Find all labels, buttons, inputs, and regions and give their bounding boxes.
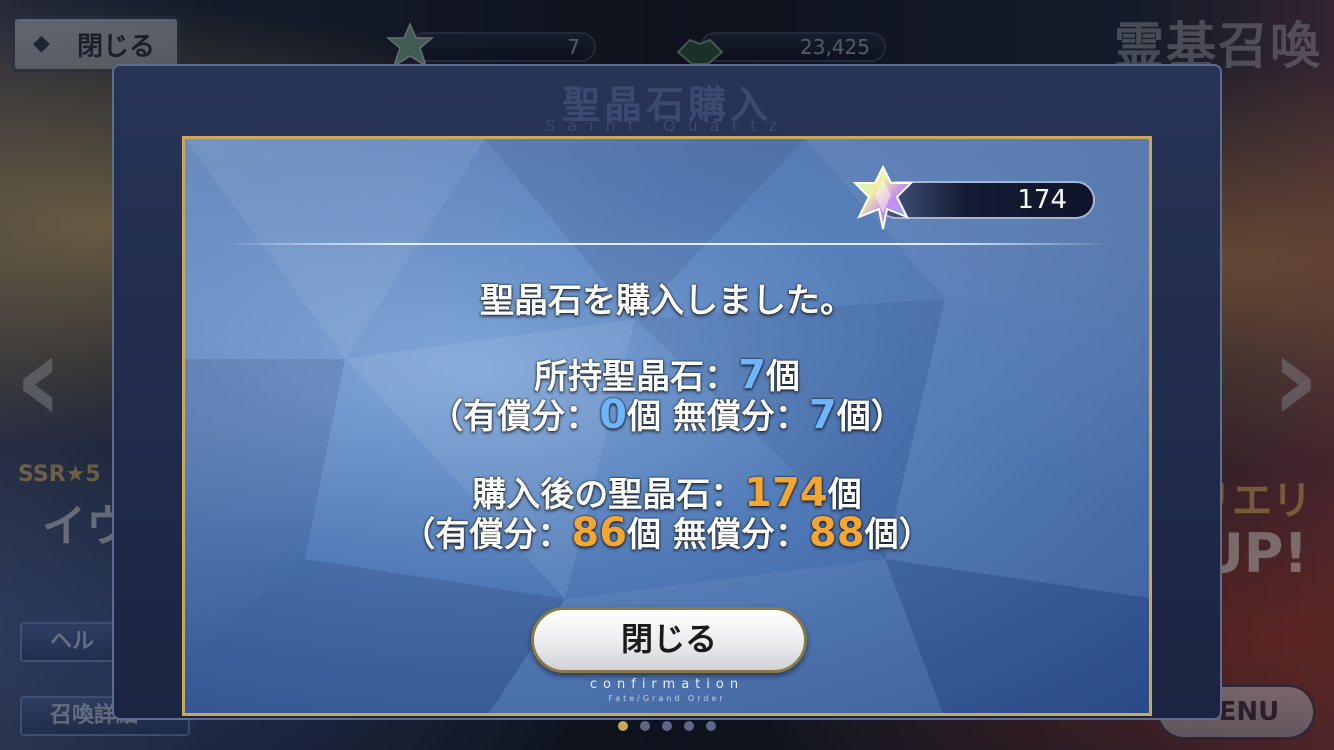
page-dot	[706, 721, 716, 731]
owned-free-value: 7	[808, 392, 837, 438]
quartz-balance-value: 174	[1017, 185, 1067, 215]
saint-quartz-icon	[851, 164, 915, 235]
page-dot	[662, 721, 672, 731]
breakdown-close: 個）	[836, 397, 905, 437]
owned-quartz-breakdown: （有償分：0個 無償分：7個）	[185, 389, 1149, 438]
breakdown-open: （有償分：	[401, 515, 572, 555]
page-dot	[640, 721, 650, 731]
dialog-subtitle: Saint Quartz	[545, 116, 789, 135]
page-indicator	[0, 716, 1334, 735]
quartz-balance-bar: 174	[852, 164, 1095, 230]
page-dot	[684, 721, 694, 731]
purchase-result-panel: 174 聖晶石を購入しました。 所持聖晶石：7個 （有償分：0個 無償分：7個）…	[182, 136, 1152, 716]
after-paid-value: 86	[571, 510, 628, 556]
after-purchase-breakdown: （有償分：86個 無償分：88個）	[185, 507, 1149, 556]
owned-paid-value: 0	[599, 392, 628, 438]
breakdown-mid: 個 無償分：	[627, 397, 809, 437]
game-title-caption: Fate/Grand Order	[608, 694, 726, 703]
header-divider	[221, 243, 1113, 245]
breakdown-close: 個）	[864, 515, 933, 555]
page-dot-active	[618, 721, 628, 731]
confirmation-caption: confirmation	[589, 677, 745, 692]
breakdown-mid: 個 無償分：	[627, 515, 809, 555]
close-button[interactable]: 閉じる	[531, 607, 807, 673]
purchase-complete-message: 聖晶石を購入しました。	[480, 281, 854, 321]
after-free-value: 88	[808, 510, 865, 556]
breakdown-open: （有償分：	[429, 397, 600, 437]
